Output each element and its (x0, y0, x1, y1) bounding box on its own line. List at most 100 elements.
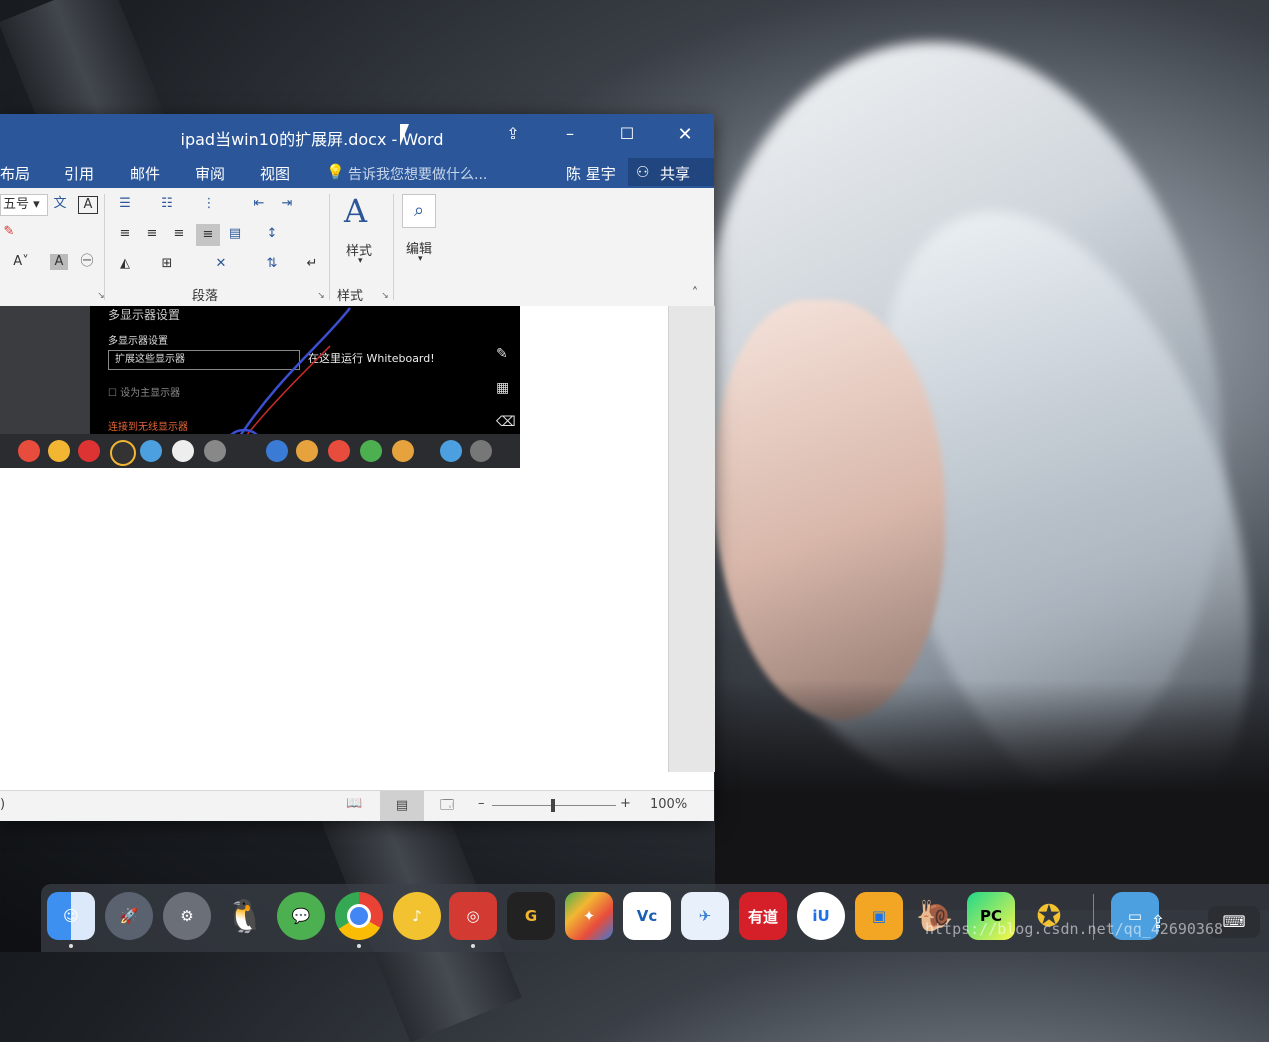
align-right-icon[interactable]: ≡ (170, 226, 188, 242)
ribbon-display-icon[interactable]: ⇪ (498, 124, 528, 143)
numbering-icon[interactable]: ☷ (158, 196, 176, 212)
read-mode-icon[interactable]: 📖 (346, 796, 362, 811)
paragraph-group-label: 段落 (192, 289, 219, 304)
font-size-select[interactable]: 五号 ▾ (0, 194, 48, 216)
bullets-icon[interactable]: ☰ (116, 196, 134, 212)
status-left-text: ) (0, 797, 6, 812)
close-button[interactable]: ✕ (670, 124, 700, 145)
iu-icon[interactable]: iU (797, 892, 845, 940)
finder-icon[interactable]: ☺ (47, 892, 95, 940)
running-indicator (69, 944, 73, 948)
editing-button[interactable]: ⌕ 编辑 ▾ (400, 192, 444, 272)
sort-icon[interactable]: ⇅ (263, 256, 281, 272)
styles-icon: A (344, 192, 368, 230)
share-button[interactable]: ⚇ 共享 (628, 158, 714, 186)
web-layout-icon[interactable]: 🗔 (440, 796, 454, 818)
chinese-layout-icon[interactable]: ✕ (212, 256, 230, 272)
char-border-icon[interactable]: A (78, 196, 98, 214)
qq-icon[interactable]: 🐧 (221, 892, 269, 940)
mindmaster-icon[interactable]: ✦ (565, 892, 613, 940)
font-size-value: 五号 (3, 197, 30, 212)
window-icon[interactable]: ▣ (855, 892, 903, 940)
align-left-icon[interactable]: ≡ (116, 226, 134, 242)
maximize-button[interactable]: ☐ (612, 124, 642, 143)
distributed-icon[interactable]: ▤ (226, 226, 244, 242)
lightbulb-icon: 💡 (326, 163, 345, 181)
wallpaper-face (715, 300, 945, 720)
taskbar-app-icon (172, 440, 194, 462)
taskbar-app-icon (440, 440, 462, 462)
user-name[interactable]: 陈 星宇 (566, 163, 616, 184)
mouse-pointer (400, 124, 409, 146)
taskbar-app-icon (18, 440, 40, 462)
font-dialog-icon[interactable]: ↘ (92, 288, 110, 304)
paragraph-dialog-icon[interactable]: ↘ (312, 288, 330, 304)
dock: ☺ 🚀 ⚙ 🐧 💬 ♪ ◎ G ✦ Vc ✈ 有道 iU ▣ 🐌 PC ✪ ▭ (41, 884, 1269, 952)
multilevel-list-icon[interactable]: ⋮ (200, 196, 218, 212)
share-label: 共享 (660, 165, 691, 183)
title-bar[interactable]: ipad当win10的扩展屏.docx - Word ⇪ – ☐ ✕ (0, 114, 714, 156)
enclose-char-icon[interactable]: ㊀ (78, 254, 96, 270)
shrink-font-icon[interactable]: A˅ (12, 254, 30, 270)
shading-icon[interactable]: ◭ (116, 256, 134, 272)
chevron-down-icon: ▾ (358, 256, 363, 266)
styles-dialog-icon[interactable]: ↘ (376, 288, 394, 304)
line-spacing-icon[interactable]: ↕ (263, 226, 281, 242)
tab-references[interactable]: 引用 (64, 163, 94, 184)
taskbar-app-icon (392, 440, 414, 462)
phonetic-guide-icon[interactable]: 文 (51, 196, 69, 212)
taskbar-app-icon (204, 440, 226, 462)
search-icon: ⌕ (402, 194, 436, 228)
wallpaper-shadow (715, 680, 1269, 910)
embedded-screenshot: 多显示器设置 多显示器设置 扩展这些显示器 ☐ 设为主显示器 连接到无线显示器 … (0, 306, 520, 468)
vnc-label: Vc (636, 907, 658, 925)
increase-indent-icon[interactable]: ⇥ (278, 196, 296, 212)
taskbar-app-icon (110, 440, 136, 466)
align-center-icon[interactable]: ≡ (143, 226, 161, 242)
justify-icon[interactable]: ≡ (196, 224, 220, 246)
tab-review[interactable]: 审阅 (195, 163, 225, 184)
gitlab-icon[interactable]: G (507, 892, 555, 940)
taskbar-app-icon (360, 440, 382, 462)
styles-button[interactable]: A 样式 ▾ (338, 192, 386, 272)
tab-layout[interactable]: 布局 (0, 163, 30, 184)
netease-music-icon[interactable]: ◎ (449, 892, 497, 940)
watermark: https://blog.csdn.net/qq_42690368 (925, 920, 1224, 938)
decrease-indent-icon[interactable]: ⇤ (250, 196, 268, 212)
taskbar-app-icon (140, 440, 162, 462)
group-separator (104, 194, 105, 300)
zoom-out-button[interactable]: – (478, 796, 485, 811)
scroll-area[interactable] (668, 306, 715, 772)
person-icon: ⚇ (636, 163, 650, 181)
tab-mailings[interactable]: 邮件 (130, 163, 160, 184)
group-separator (329, 194, 330, 300)
char-shading-icon[interactable]: A (50, 254, 68, 270)
taskbar-app-icon (328, 440, 350, 462)
taskbar-app-icon (266, 440, 288, 462)
print-layout-icon[interactable]: ▤ (380, 791, 424, 821)
wechat-icon[interactable]: 💬 (277, 892, 325, 940)
minimize-button[interactable]: – (555, 124, 585, 143)
chevron-down-icon: ▾ (418, 254, 423, 264)
clear-format-icon[interactable]: ✎ (0, 224, 18, 240)
taskbar-app-icon (470, 440, 492, 462)
vnote-icon[interactable]: ✈ (681, 892, 729, 940)
chrome-icon[interactable] (335, 892, 383, 940)
zoom-slider-thumb[interactable] (551, 799, 555, 812)
vnc-icon[interactable]: Vc (623, 892, 671, 940)
borders-icon[interactable]: ⊞ (158, 256, 176, 272)
youdao-icon[interactable]: 有道 (739, 892, 787, 940)
zoom-level[interactable]: 100% (650, 797, 687, 812)
show-marks-icon[interactable]: ↵ (303, 256, 321, 272)
youdao-label: 有道 (747, 907, 778, 926)
launchpad-icon[interactable]: 🚀 (105, 892, 153, 940)
group-separator (393, 194, 394, 300)
tab-view[interactable]: 视图 (260, 163, 290, 184)
collapse-ribbon-icon[interactable]: ˄ (686, 286, 704, 302)
running-indicator (357, 944, 361, 948)
tell-me-input[interactable]: 告诉我您想要做什么... (348, 164, 487, 184)
screenshot-taskbar (0, 434, 520, 468)
system-preferences-icon[interactable]: ⚙ (163, 892, 211, 940)
zoom-in-button[interactable]: + (620, 796, 631, 811)
qq-music-icon[interactable]: ♪ (393, 892, 441, 940)
